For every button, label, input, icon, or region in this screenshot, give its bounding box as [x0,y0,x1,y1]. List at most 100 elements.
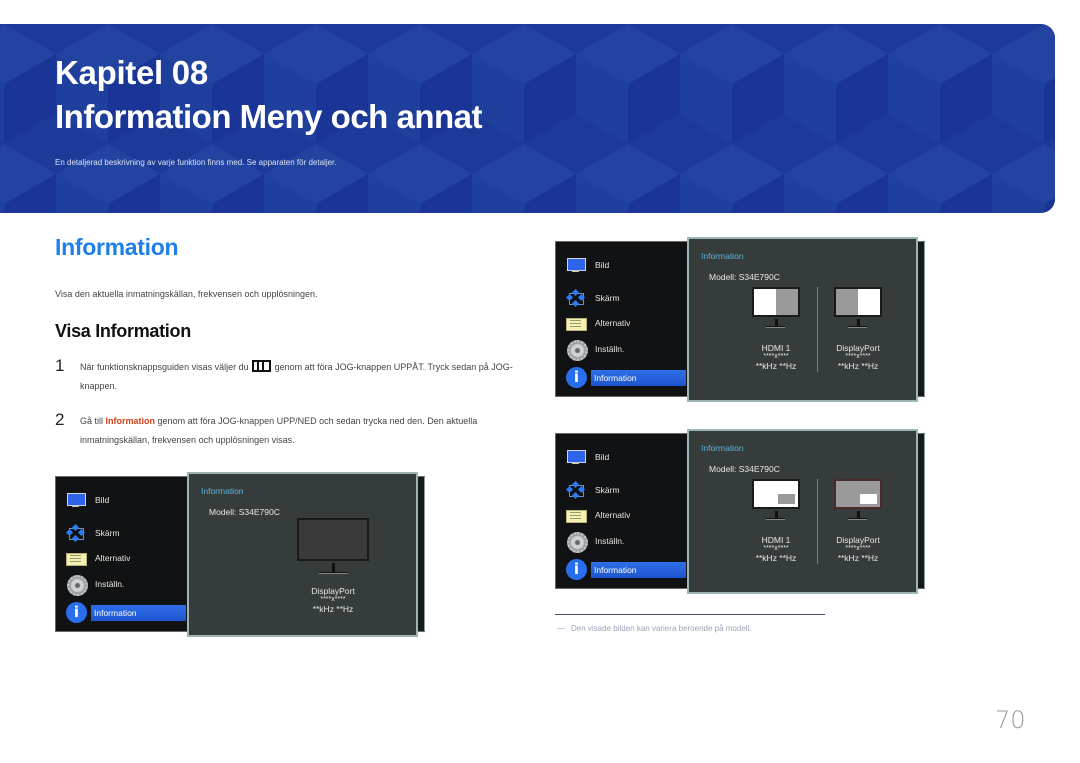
panel-title: Information [701,443,744,453]
menu-label: Alternativ [595,510,631,520]
osd-menu-item-alternativ: Alternativ [566,314,630,332]
source-resolution: ****x**** [763,545,789,552]
source-resolution: ****x**** [763,353,789,360]
information-panel: Information Modell: S34E790C HDMI 1 ****x… [687,237,918,402]
screen-adjust-icon [65,523,86,543]
scroll-strip [417,477,425,631]
panel-title: Information [201,486,244,496]
picture-icon [566,448,586,466]
model-name: Modell: S34E790C [709,464,780,474]
source-info: DisplayPort ****x**** **kHz **Hz [293,586,373,614]
section-intro: Visa den aktuella inmatningskällan, frek… [55,289,318,299]
panel-title: Information [701,251,744,261]
source-resolution: ****x**** [845,353,871,360]
step-number: 1 [55,356,65,375]
menu-label: Bild [595,260,610,270]
menu-label: Inställn. [595,536,625,546]
chapter-banner: Kapitel 08 Information Meny och annat En… [0,24,1055,213]
source-frequency: **kHz **Hz [755,553,797,563]
chapter-number: Kapitel 08 [55,54,208,91]
chapter-title: Information Meny och annat [55,98,483,135]
model-name: Modell: S34E790C [209,507,280,517]
osd-menu-item-information: Information [566,559,686,580]
source-name: HDMI 1 [761,535,791,545]
information-panel: Information Modell: S34E790C HDMI 1 ****x… [687,429,918,594]
osd-menu-item-information: Information [566,367,686,388]
osd-menu-item-installn: Inställn. [66,575,125,596]
options-icon [66,549,87,567]
step-text: När funktionsknappsguiden visas väljer d… [80,362,249,372]
menu-label: Information [591,370,686,386]
source-name: HDMI 1 [761,343,791,353]
footnote: ― Den visade bilden kan variera beroende … [557,624,752,633]
osd-menu-item-skarm: Skärm [565,288,620,308]
source-info: DisplayPort ****x**** **kHz **Hz [818,343,898,371]
menu-label: Information [91,605,186,621]
info-icon [566,559,587,580]
section-title: Information [55,234,179,260]
source-frequency: **kHz **Hz [837,361,879,371]
model-name: Modell: S34E790C [709,272,780,282]
step-text: Gå till [80,416,104,426]
source-info: DisplayPort ****x**** **kHz **Hz [818,535,898,563]
step-number: 2 [55,410,65,429]
osd-menu-item-installn: Inställn. [566,532,625,553]
subsection-title: Visa Information [55,321,191,341]
source-name: DisplayPort [311,586,355,596]
osd-menu-item-bild: Bild [566,256,609,274]
source-info: HDMI 1 ****x**** **kHz **Hz [736,535,816,563]
source-resolution: ****x**** [320,596,346,603]
screen-adjust-icon [565,480,586,500]
osd-menu-item-bild: Bild [66,491,109,509]
osd-menu-item-information: Information [66,602,186,623]
settings-gear-icon [566,532,588,553]
menu-label: Skärm [595,293,620,303]
scroll-strip [917,242,925,396]
osd-screenshot-2: Bild Skärm Alternativ Inställn. Informat… [555,237,925,402]
osd-menu-item-skarm: Skärm [65,523,120,543]
osd-screenshot-1: Bild Skärm Alternativ Inställn. Informat… [55,472,425,637]
menu-icon [252,360,272,372]
osd-screenshot-3: Bild Skärm Alternativ Inställn. Informat… [555,429,925,594]
picture-icon [566,256,586,274]
settings-gear-icon [66,575,88,596]
chapter-description: En detaljerad beskrivning av varje funkt… [55,158,337,167]
source-name: DisplayPort [836,535,880,545]
source-frequency: **kHz **Hz [837,553,879,563]
menu-label: Bild [595,452,610,462]
source-name: DisplayPort [836,343,880,353]
picture-icon [66,491,86,509]
source-frequency: **kHz **Hz [755,361,797,371]
source-resolution: ****x**** [845,545,871,552]
step-highlight: Information [105,416,156,426]
footnote-divider [555,614,825,615]
osd-menu-item-alternativ: Alternativ [566,506,630,524]
menu-label: Inställn. [595,344,625,354]
page-number: 70 [995,706,1026,734]
options-icon [566,314,587,332]
menu-label: Skärm [95,528,120,538]
screen-adjust-icon [565,288,586,308]
menu-label: Bild [95,495,110,505]
info-icon [66,602,87,623]
menu-label: Skärm [595,485,620,495]
source-info: HDMI 1 ****x**** **kHz **Hz [736,343,816,371]
osd-menu-item-alternativ: Alternativ [66,549,130,567]
step-2: 2 Gå till Information genom att föra JOG… [55,410,530,450]
settings-gear-icon [566,340,588,361]
menu-label: Alternativ [595,318,631,328]
footnote-text: Den visade bilden kan variera beroende p… [571,624,752,633]
osd-menu-item-skarm: Skärm [565,480,620,500]
footnote-dash: ― [557,624,565,633]
information-panel: Information Modell: S34E790C DisplayPort… [187,472,418,637]
osd-menu-item-installn: Inställn. [566,340,625,361]
menu-label: Inställn. [95,579,125,589]
info-icon [566,367,587,388]
options-icon [566,506,587,524]
menu-label: Information [591,562,686,578]
source-frequency: **kHz **Hz [312,604,354,614]
osd-menu-item-bild: Bild [566,448,609,466]
menu-label: Alternativ [95,553,131,563]
scroll-strip [917,434,925,588]
step-1: 1 När funktionsknappsguiden visas väljer… [55,356,530,396]
